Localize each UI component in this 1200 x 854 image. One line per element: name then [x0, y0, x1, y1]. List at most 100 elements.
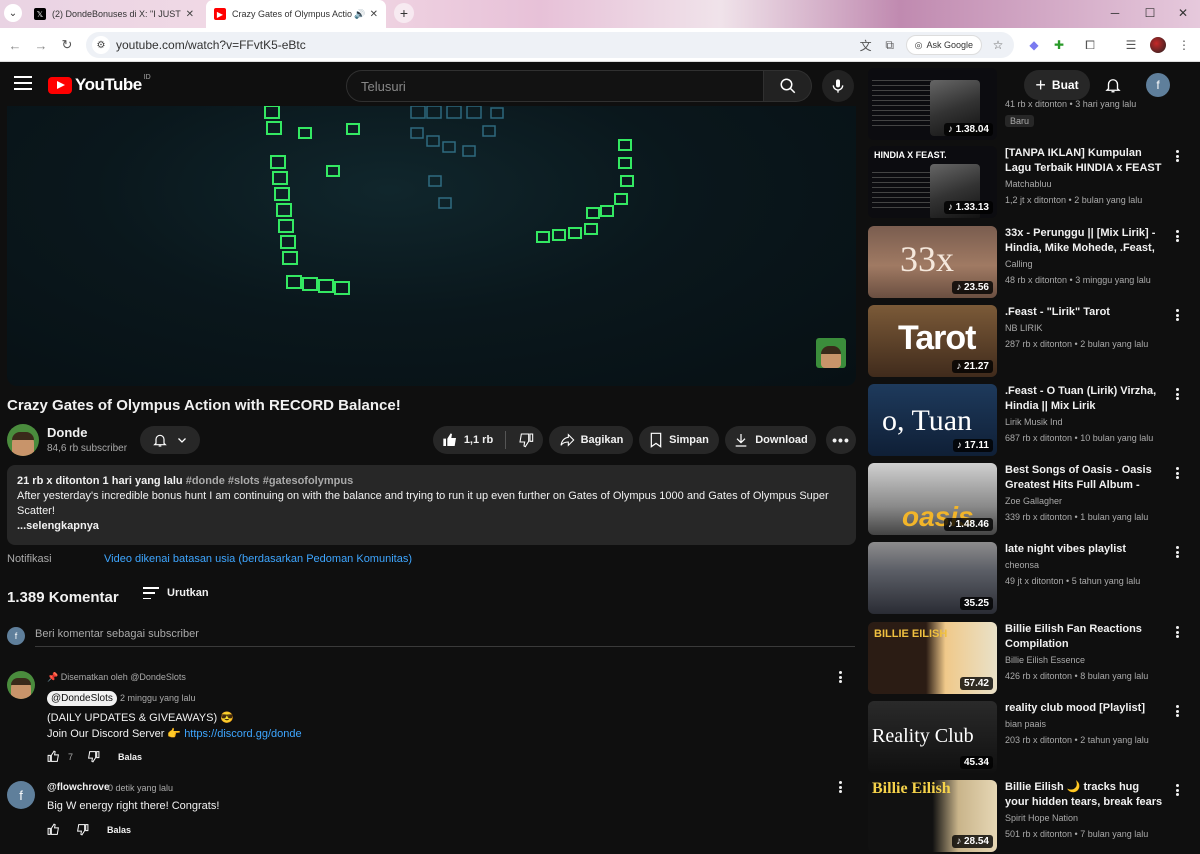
search-button[interactable] [764, 70, 812, 102]
cast-icon[interactable]: ⧉ [882, 38, 898, 53]
comment-time[interactable]: 2 minggu yang lalu [120, 693, 196, 703]
recommended-video[interactable]: BILLIE EILISH 57.42 Billie Eilish Fan Re… [868, 622, 1188, 696]
video-title[interactable]: late night vibes playlist [1005, 542, 1165, 557]
url-text[interactable]: youtube.com/watch?v=FFvtK5-eBtc [116, 38, 306, 52]
comment-author[interactable]: @flowchrove [47, 782, 110, 793]
channel-name[interactable]: NB LIRIK [1005, 323, 1043, 333]
site-info-icon[interactable]: ⚙ [92, 36, 110, 54]
youtube-logo[interactable]: YouTube ID [48, 74, 151, 95]
video-thumbnail[interactable]: oasis ♪ 1.48.46 [868, 463, 997, 535]
video-menu-icon[interactable] [1172, 782, 1182, 798]
channel-name[interactable]: Donde [47, 425, 87, 440]
browser-menu-icon[interactable]: ⋮ [1175, 36, 1193, 54]
recommended-video[interactable]: oasis ♪ 1.48.46 Best Songs of Oasis - Oa… [868, 463, 1188, 537]
video-thumbnail[interactable]: HINDIA X FEAST. ♪ 1.33.13 [868, 146, 997, 218]
tab-youtube-video[interactable]: ▶ Crazy Gates of Olympus Action 🔊 ✕ [206, 0, 386, 28]
video-thumbnail[interactable]: Billie Eilish ♪ 28.54 [868, 780, 997, 852]
recommended-video[interactable]: 35.25 late night vibes playlist cheonsa … [868, 542, 1188, 616]
comment-menu-icon[interactable] [835, 779, 845, 795]
reply-button[interactable]: Balas [107, 825, 131, 835]
reading-list-icon[interactable]: ☰ [1122, 36, 1140, 54]
menu-icon[interactable] [14, 74, 32, 92]
like-button[interactable]: 1,1 rb [442, 432, 493, 448]
comment-author[interactable]: @DondeSlots [47, 691, 117, 706]
description-box[interactable]: 21 rb x ditonton 1 hari yang lalu #donde… [7, 465, 856, 545]
channel-name[interactable]: bian paais [1005, 719, 1046, 729]
channel-name[interactable]: Spirit Hope Nation [1005, 813, 1078, 823]
back-icon[interactable]: ← [6, 36, 24, 54]
recommended-video[interactable]: Reality Club 45.34 reality club mood [Pl… [868, 701, 1188, 775]
comment-author-avatar[interactable] [7, 671, 35, 699]
bookmark-star-icon[interactable]: ☆ [990, 38, 1006, 52]
channel-name[interactable]: Billie Eilish Essence [1005, 655, 1085, 665]
close-window-button[interactable]: ✕ [1166, 0, 1200, 26]
extensions-puzzle-icon[interactable]: ⧠ [1081, 36, 1099, 54]
discord-link[interactable]: https://discord.gg/donde [184, 728, 301, 740]
channel-name[interactable]: Lirik Musik Ind [1005, 417, 1063, 427]
channel-name[interactable]: cheonsa [1005, 560, 1039, 570]
reply-button[interactable]: Balas [118, 752, 142, 762]
forward-icon[interactable]: → [32, 36, 50, 54]
video-title[interactable]: .Feast - "Lirik" Tarot [1005, 305, 1165, 320]
video-thumbnail[interactable]: Reality Club 45.34 [868, 701, 997, 773]
video-menu-icon[interactable] [1172, 544, 1182, 560]
video-title[interactable]: Billie Eilish Fan Reactions Compilation [1005, 622, 1165, 652]
new-tab-button[interactable]: + [394, 3, 414, 23]
recommended-video[interactable]: HINDIA X FEAST. ♪ 1.33.13 [TANPA IKLAN] … [868, 146, 1188, 220]
video-menu-icon[interactable] [1172, 228, 1182, 244]
close-icon[interactable]: ✕ [186, 9, 194, 20]
video-title[interactable]: 33x - Perunggu || [Mix Lirik] - Hindia, … [1005, 226, 1165, 256]
video-menu-icon[interactable] [1172, 148, 1182, 164]
video-thumbnail[interactable]: BILLIE EILISH 57.42 [868, 622, 997, 694]
search-input[interactable] [347, 71, 763, 101]
thumbs-down-icon[interactable] [87, 750, 100, 763]
video-thumbnail[interactable]: Tarot ♪ 21.27 [868, 305, 997, 377]
more-actions-button[interactable]: ••• [826, 426, 856, 454]
channel-name[interactable]: Matchabluu [1005, 179, 1052, 189]
minimize-button[interactable]: ─ [1098, 0, 1132, 26]
subscription-notifications-button[interactable] [140, 426, 200, 454]
recommended-video[interactable]: o, Tuan ♪ 17.11 .Feast - O Tuan (Lirik) … [868, 384, 1188, 458]
video-title[interactable]: [TANPA IKLAN] Kumpulan Lagu Terbaik HIND… [1005, 146, 1165, 176]
speaker-icon[interactable]: 🔊 [354, 9, 365, 20]
channel-name[interactable]: Calling [1005, 259, 1033, 269]
video-title[interactable]: Best Songs of Oasis - Oasis Greatest Hit… [1005, 463, 1165, 493]
video-menu-icon[interactable] [1172, 465, 1182, 481]
thumbs-down-icon[interactable] [76, 823, 89, 836]
reload-icon[interactable]: ↻ [58, 36, 76, 54]
recommended-video[interactable]: ♪ 1.38.04 41 rb x ditonton • 3 hari yang… [868, 68, 1188, 142]
tab-dondebonuses[interactable]: 𝕏 (2) DondeBonuses di X: "I JUST WON ✕ [26, 2, 202, 26]
tab-search-icon[interactable]: ⌄ [4, 4, 22, 22]
video-title[interactable]: .Feast - O Tuan (Lirik) Virzha, Hindia |… [1005, 384, 1165, 414]
add-comment-input[interactable] [35, 628, 855, 640]
voice-search-button[interactable] [822, 70, 854, 102]
channel-avatar[interactable] [7, 424, 39, 456]
maximize-button[interactable]: ☐ [1133, 0, 1167, 26]
comment-menu-icon[interactable] [835, 669, 845, 685]
video-menu-icon[interactable] [1172, 703, 1182, 719]
extension-icon[interactable]: ◆ [1025, 36, 1043, 54]
video-menu-icon[interactable] [1172, 307, 1182, 323]
thumbs-up-icon[interactable] [47, 823, 60, 836]
download-button[interactable]: Download [725, 426, 816, 454]
profile-avatar[interactable] [1149, 36, 1167, 54]
save-button[interactable]: Simpan [639, 426, 719, 454]
ask-google-button[interactable]: ◎ Ask Google [905, 35, 982, 55]
recommended-video[interactable]: 33x ♪ 23.56 33x - Perunggu || [Mix Lirik… [868, 226, 1188, 300]
address-bar[interactable]: ⚙ youtube.com/watch?v=FFvtK5-eBtc 文 ⧉ ◎ A… [86, 32, 1014, 58]
extension-icon[interactable]: ✚ [1050, 36, 1068, 54]
channel-name[interactable]: Zoe Gallagher [1005, 496, 1062, 506]
share-button[interactable]: Bagikan [549, 426, 633, 454]
video-thumbnail[interactable]: o, Tuan ♪ 17.11 [868, 384, 997, 456]
recommended-video[interactable]: Billie Eilish ♪ 28.54 Billie Eilish 🌙 tr… [868, 780, 1188, 854]
translate-icon[interactable]: 文 [858, 37, 874, 54]
video-thumbnail[interactable]: 35.25 [868, 542, 997, 614]
dislike-button[interactable] [518, 432, 534, 448]
comment-time[interactable]: 0 detik yang lalu [108, 783, 173, 793]
thumbs-up-icon[interactable] [47, 750, 60, 763]
age-restriction-link[interactable]: Video dikenai batasan usia (berdasarkan … [104, 553, 412, 565]
close-icon[interactable]: ✕ [370, 9, 378, 20]
comment-author-avatar[interactable]: f [7, 781, 35, 809]
video-menu-icon[interactable] [1172, 386, 1182, 402]
video-thumbnail[interactable]: ♪ 1.38.04 [868, 68, 997, 140]
